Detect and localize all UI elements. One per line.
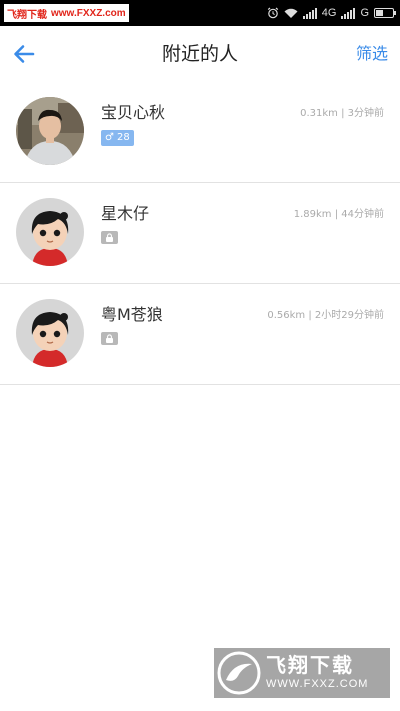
filter-button[interactable]: 筛选 bbox=[356, 26, 388, 82]
battery-icon bbox=[374, 8, 396, 18]
distance-time: 1.89km | 44分钟前 bbox=[293, 209, 384, 220]
lock-badge bbox=[101, 332, 118, 345]
status-bar: 飞翔下载 www.FXXZ.com 4G G bbox=[0, 0, 400, 26]
distance-time: 0.31km | 3分钟前 bbox=[300, 108, 384, 119]
avatar[interactable] bbox=[16, 299, 84, 367]
lock-icon bbox=[106, 334, 113, 343]
list-item[interactable]: 星木仔 1.89km | 44分钟前 bbox=[0, 183, 400, 284]
watermark-url: WWW.FXXZ.COM bbox=[266, 678, 369, 690]
age-value: 28 bbox=[116, 132, 130, 143]
user-name: 粤M苍狼 bbox=[101, 305, 163, 324]
watermark-top: 飞翔下载 www.FXXZ.com bbox=[4, 4, 129, 22]
watermark-bottom: 飞翔下载 WWW.FXXZ.COM bbox=[214, 648, 390, 698]
avatar[interactable] bbox=[16, 198, 84, 266]
page-title: 附近的人 bbox=[161, 43, 238, 65]
network-type-secondary: G bbox=[360, 7, 369, 19]
male-icon: ♂ bbox=[105, 132, 114, 143]
watermark-logo-icon bbox=[217, 651, 261, 695]
screen: 飞翔下载 www.FXXZ.com 4G G 附近的人 筛选 宝贝心秋 0.31… bbox=[0, 0, 400, 711]
list-item[interactable]: 粤M苍狼 0.56km | 2小时29分钟前 bbox=[0, 284, 400, 385]
alarm-icon bbox=[267, 7, 278, 19]
status-icons: 4G G bbox=[267, 0, 396, 26]
watermark-site-text: 飞翔下载 bbox=[7, 9, 47, 21]
nav-bar: 附近的人 筛选 bbox=[0, 26, 400, 82]
lock-badge bbox=[101, 231, 118, 244]
watermark-title: 飞翔下载 bbox=[266, 655, 354, 677]
user-name: 宝贝心秋 bbox=[101, 103, 166, 122]
user-name: 星木仔 bbox=[101, 204, 150, 223]
list-item[interactable]: 宝贝心秋 0.31km | 3分钟前 ♂ 28 bbox=[0, 82, 400, 183]
network-type-primary: 4G bbox=[321, 7, 337, 19]
signal-icon-secondary bbox=[341, 7, 356, 19]
distance-time: 0.56km | 2小时29分钟前 bbox=[267, 310, 384, 321]
nearby-user-list: 宝贝心秋 0.31km | 3分钟前 ♂ 28 星木仔 1.89km | 44分… bbox=[0, 82, 400, 385]
lock-icon bbox=[106, 233, 113, 242]
avatar[interactable] bbox=[16, 97, 84, 165]
gender-age-badge: ♂ 28 bbox=[101, 130, 134, 146]
signal-icon bbox=[302, 7, 317, 19]
watermark-url-text: www.FXXZ.com bbox=[51, 7, 126, 19]
wifi-icon bbox=[284, 8, 298, 18]
